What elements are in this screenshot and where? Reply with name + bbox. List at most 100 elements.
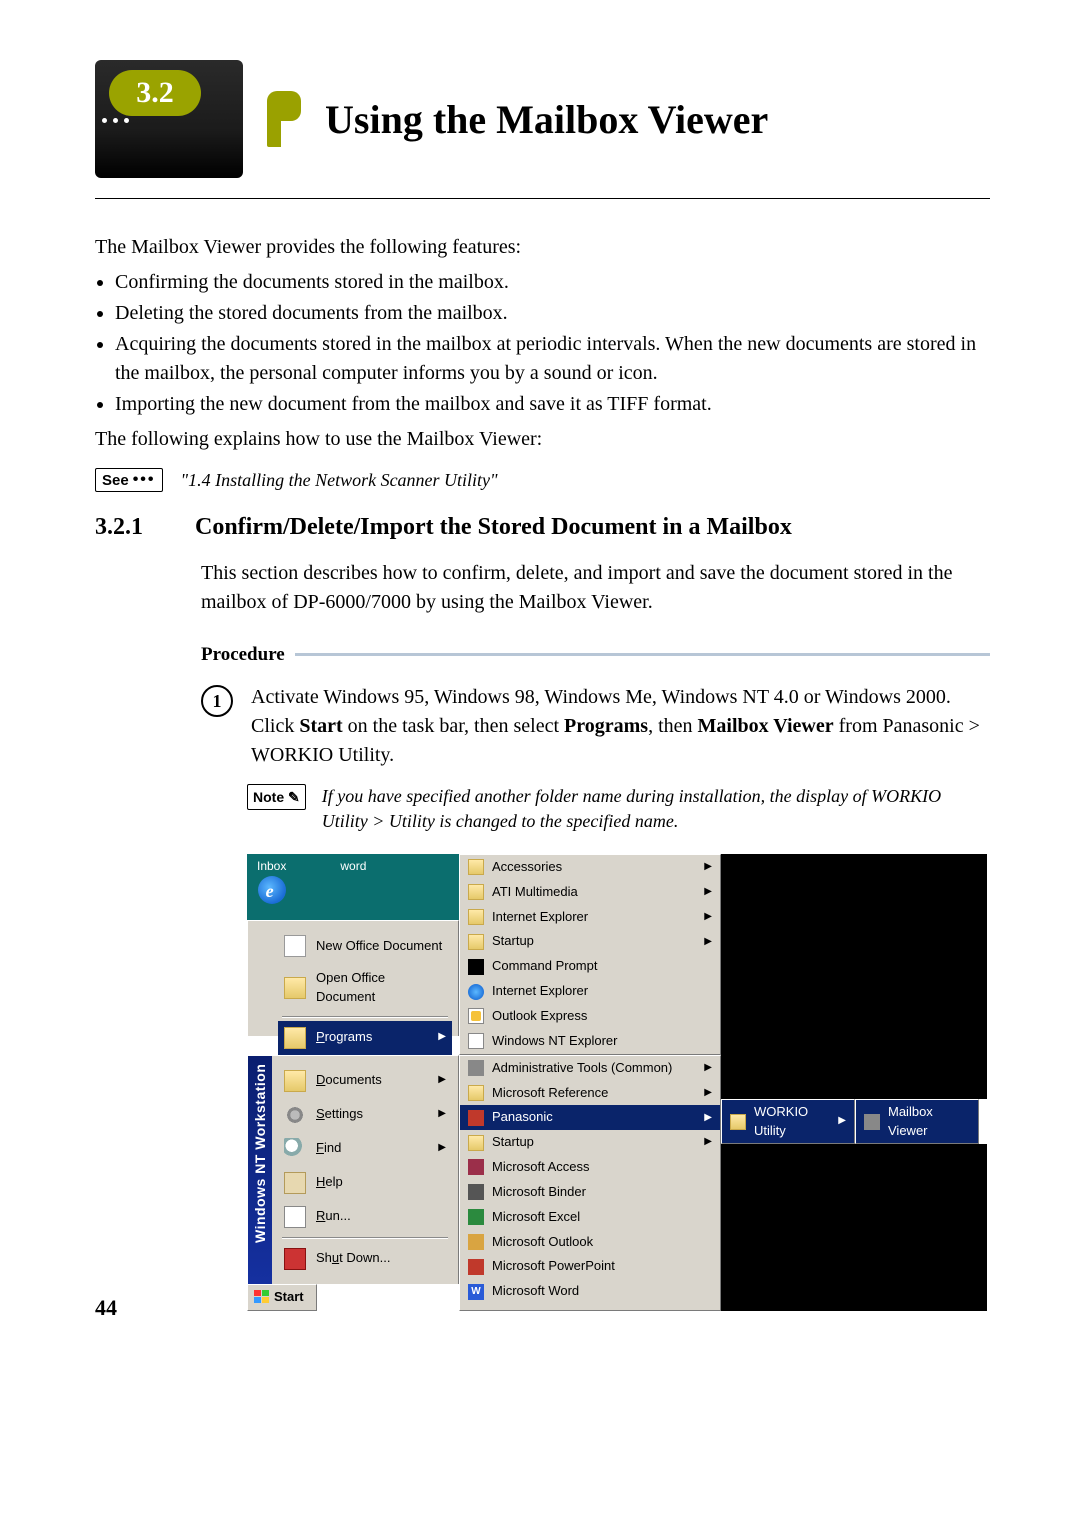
- pf-icon: [730, 1114, 746, 1130]
- pf-icon: [468, 934, 484, 950]
- submenu-arrow-icon: ▶: [704, 910, 712, 925]
- menu-programs[interactable]: Programs ▶: [278, 1021, 452, 1055]
- programs-upper-item[interactable]: Accessories ▶: [460, 855, 720, 880]
- menu-documents[interactable]: Documents ▶: [278, 1064, 452, 1098]
- programs-upper-item[interactable]: Command Prompt: [460, 954, 720, 979]
- pf-icon: [468, 859, 484, 875]
- programs-lower-label: Panasonic: [492, 1108, 553, 1127]
- section-header: 3.2 Using the Mailbox Viewer: [95, 60, 990, 178]
- feature-item: Acquiring the documents stored in the ma…: [115, 330, 990, 388]
- programs-upper-label: Accessories: [492, 858, 562, 877]
- see-reference: "1.4 Installing the Network Scanner Util…: [181, 470, 498, 491]
- desktop-icon-word[interactable]: word: [340, 858, 366, 916]
- we-icon: [468, 1033, 484, 1049]
- programs-upper-item[interactable]: Outlook Express: [460, 1004, 720, 1029]
- cmd-icon: [468, 959, 484, 975]
- desktop-area: Inbox word: [247, 854, 459, 920]
- workio-item[interactable]: Mailbox Viewer: [856, 1100, 978, 1144]
- programs-icon: [284, 1027, 306, 1049]
- submenu-arrow-icon: ▶: [704, 1086, 712, 1101]
- menu-open-office-document[interactable]: Open Office Document: [278, 963, 452, 1013]
- menu-shutdown[interactable]: Shut Down...: [278, 1242, 452, 1276]
- programs-submenu-lower: Administrative Tools (Common)▶Microsoft …: [459, 1055, 721, 1311]
- procedure-rule: [295, 653, 990, 656]
- outlook-icon: [468, 1234, 484, 1250]
- programs-lower-label: Microsoft Outlook: [492, 1233, 593, 1252]
- menu-help[interactable]: Help: [278, 1166, 452, 1200]
- pana-icon: [468, 1110, 484, 1126]
- step-number-icon: 1: [201, 685, 233, 717]
- menu-new-office-document[interactable]: New Office Document: [278, 929, 452, 963]
- page-title: Using the Mailbox Viewer: [325, 96, 768, 143]
- access-icon: [468, 1159, 484, 1175]
- workio-submenu: Mailbox Viewer: [855, 1099, 979, 1145]
- workio-label: Mailbox Viewer: [888, 1103, 970, 1141]
- note-text: If you have specified another folder nam…: [322, 784, 990, 834]
- submenu-arrow-icon: ▶: [704, 1135, 712, 1150]
- programs-lower-item[interactable]: Microsoft Binder: [460, 1180, 720, 1205]
- document-icon: [284, 935, 306, 957]
- programs-upper-item[interactable]: Windows NT Explorer: [460, 1029, 720, 1054]
- programs-upper-label: ATI Multimedia: [492, 883, 578, 902]
- word-icon: W: [468, 1284, 484, 1300]
- programs-lower-item[interactable]: Microsoft Reference ▶: [460, 1081, 720, 1106]
- procedure-label: Procedure: [201, 641, 285, 669]
- desktop-icon-inbox[interactable]: Inbox: [257, 858, 286, 916]
- menu-run[interactable]: Run...: [278, 1200, 452, 1234]
- pp-icon: [468, 1259, 484, 1275]
- see-row: See••• "1.4 Installing the Network Scann…: [95, 468, 990, 492]
- programs-lower-label: Microsoft PowerPoint: [492, 1257, 615, 1276]
- run-icon: [284, 1206, 306, 1228]
- programs-lower-item[interactable]: Administrative Tools (Common)▶: [460, 1056, 720, 1081]
- submenu-arrow-icon: ▶: [704, 885, 712, 900]
- header-rule: [95, 198, 990, 199]
- programs-lower-label: Microsoft Reference: [492, 1084, 608, 1103]
- programs-upper-item[interactable]: Internet Explorer: [460, 979, 720, 1004]
- submenu-arrow-icon: ▶: [438, 1030, 446, 1045]
- menu-find[interactable]: Find ▶: [278, 1132, 452, 1166]
- programs-upper-item[interactable]: Internet Explorer▶: [460, 905, 720, 930]
- programs-upper-label: Command Prompt: [492, 957, 597, 976]
- menu-settings[interactable]: Settings ▶: [278, 1098, 452, 1132]
- step-1: 1 Activate Windows 95, Windows 98, Windo…: [201, 683, 990, 770]
- submenu-arrow-icon: ▶: [704, 860, 712, 875]
- submenu-arrow-icon: ▶: [704, 935, 712, 950]
- programs-lower-item[interactable]: Microsoft PowerPoint: [460, 1254, 720, 1279]
- panasonic-item[interactable]: WORKIO Utility▶: [722, 1100, 854, 1144]
- section-badge: 3.2: [95, 60, 243, 178]
- pf-icon: [468, 909, 484, 925]
- programs-lower-label: Microsoft Excel: [492, 1208, 580, 1227]
- programs-lower-label: Microsoft Access: [492, 1158, 590, 1177]
- documents-icon: [284, 1070, 306, 1092]
- programs-lower-label: Startup: [492, 1133, 534, 1152]
- programs-upper-item[interactable]: Startup▶: [460, 929, 720, 954]
- ox-icon: [468, 1008, 484, 1024]
- submenu-arrow-icon: ▶: [438, 1141, 446, 1156]
- programs-lower-label: Microsoft Binder: [492, 1183, 586, 1202]
- following-line: The following explains how to use the Ma…: [95, 425, 990, 454]
- programs-lower-item[interactable]: WMicrosoft Word: [460, 1279, 720, 1304]
- feature-item: Importing the new document from the mail…: [115, 390, 990, 419]
- tools-icon: [468, 1060, 484, 1076]
- programs-lower-item[interactable]: Startup ▶: [460, 1130, 720, 1155]
- note-row: Note ✎ If you have specified another fol…: [247, 784, 990, 834]
- mv-icon: [864, 1114, 880, 1130]
- intro-line: The Mailbox Viewer provides the followin…: [95, 233, 990, 262]
- programs-lower-item[interactable]: Panasonic▶: [460, 1105, 720, 1130]
- gear-icon: [284, 1104, 306, 1126]
- feature-item: Deleting the stored documents from the m…: [115, 299, 990, 328]
- programs-lower-item[interactable]: Microsoft Access: [460, 1155, 720, 1180]
- ie-icon: [468, 984, 484, 1000]
- note-box: Note ✎: [247, 784, 306, 810]
- programs-upper-label: Outlook Express: [492, 1007, 587, 1026]
- binder-icon: [468, 1184, 484, 1200]
- subsection-heading: 3.2.1 Confirm/Delete/Import the Stored D…: [95, 514, 990, 541]
- programs-lower-label: Administrative Tools (Common): [492, 1059, 672, 1078]
- programs-lower-item[interactable]: Microsoft Excel: [460, 1205, 720, 1230]
- start-button[interactable]: Start: [247, 1284, 317, 1311]
- step-text: Activate Windows 95, Windows 98, Windows…: [251, 683, 990, 770]
- start-menu-left: Inbox word New Office Document: [247, 854, 459, 1055]
- programs-lower-item[interactable]: Microsoft Outlook: [460, 1230, 720, 1255]
- procedure-heading: Procedure: [201, 641, 990, 669]
- programs-upper-item[interactable]: ATI Multimedia ▶: [460, 880, 720, 905]
